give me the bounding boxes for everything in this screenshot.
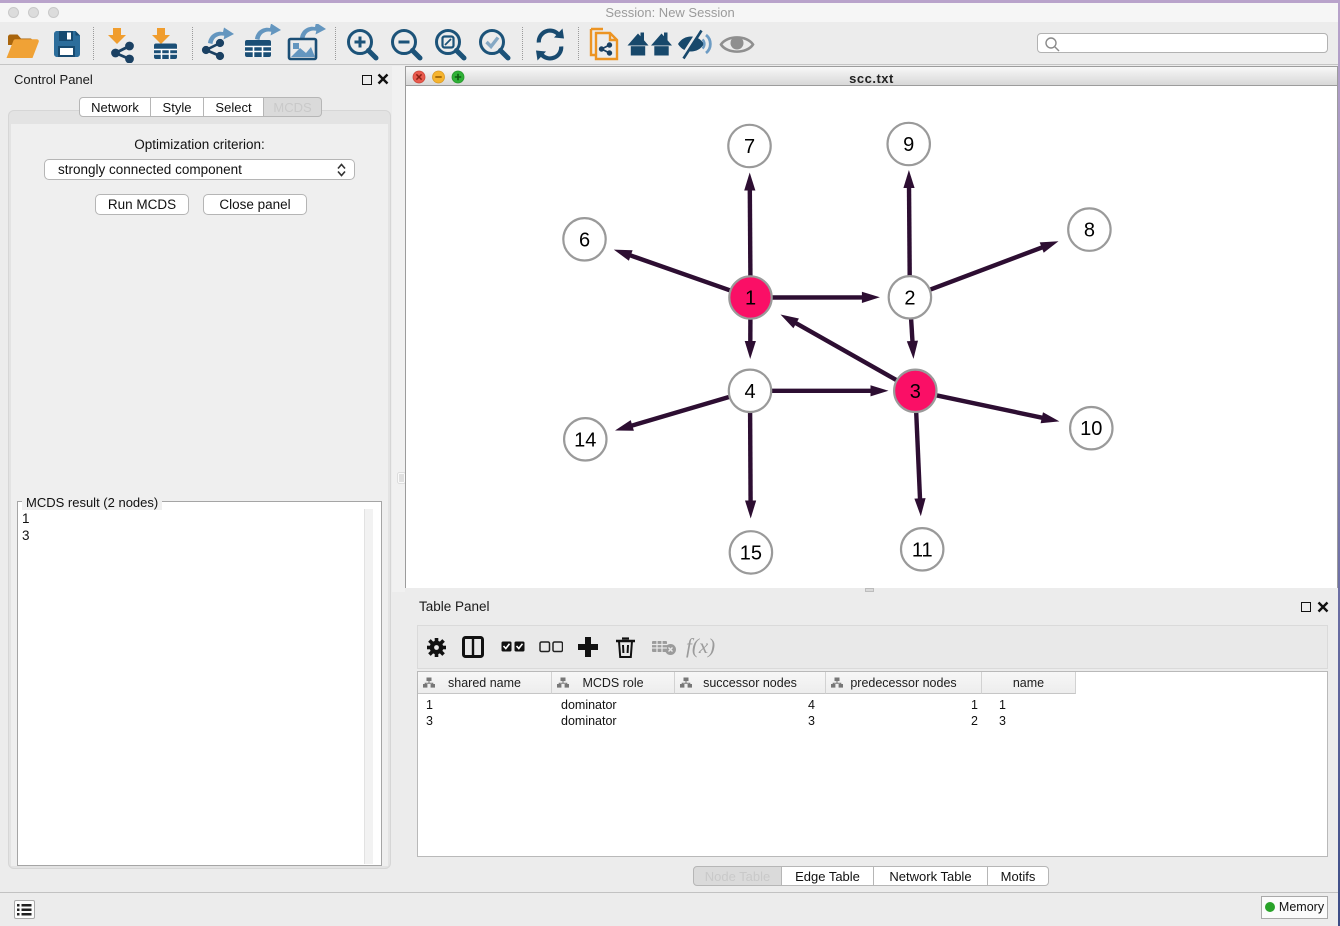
svg-text:6: 6 xyxy=(579,229,590,251)
svg-text:4: 4 xyxy=(744,381,755,403)
svg-text:8: 8 xyxy=(1084,220,1095,242)
svg-text:10: 10 xyxy=(1080,418,1102,440)
svg-text:9: 9 xyxy=(903,134,914,156)
svg-text:11: 11 xyxy=(912,539,933,561)
svg-text:14: 14 xyxy=(574,429,596,451)
svg-text:7: 7 xyxy=(744,136,755,158)
svg-text:15: 15 xyxy=(740,542,762,564)
svg-text:2: 2 xyxy=(904,287,915,309)
svg-text:3: 3 xyxy=(910,381,921,403)
svg-text:1: 1 xyxy=(745,288,756,310)
